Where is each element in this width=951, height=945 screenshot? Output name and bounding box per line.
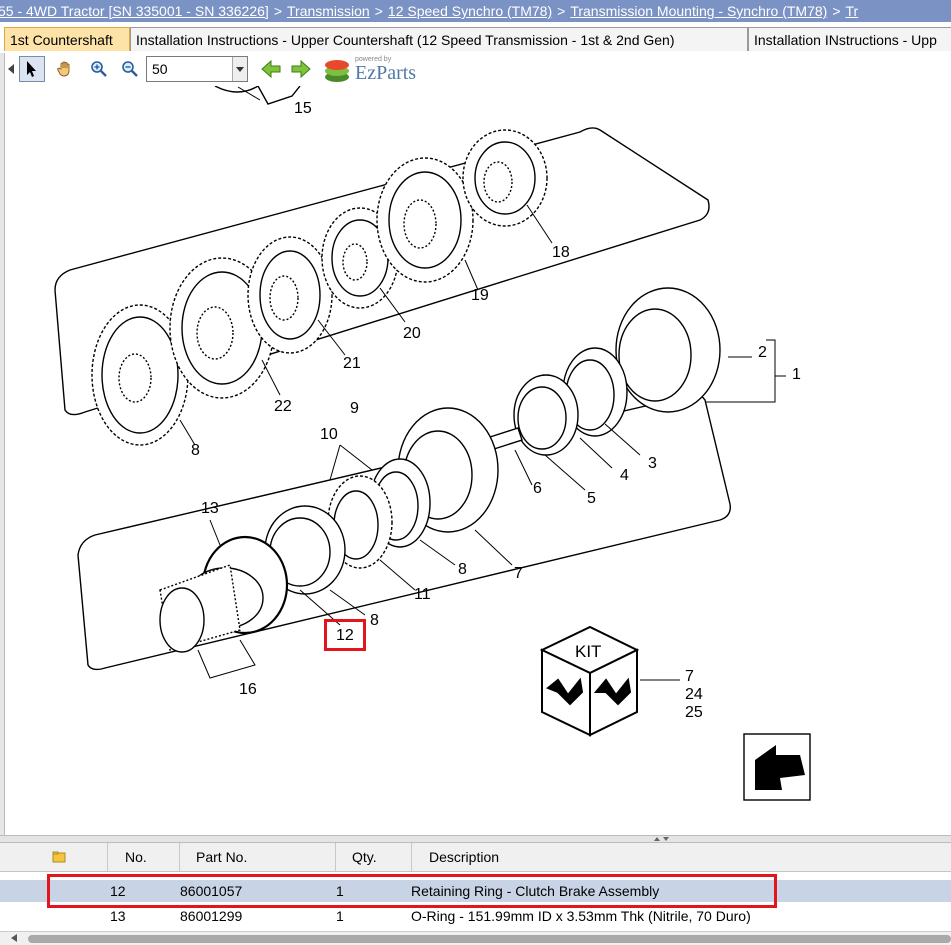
logo-text: EzParts xyxy=(355,62,417,84)
row-qty: 1 xyxy=(336,908,344,924)
zoom-dropdown-button[interactable] xyxy=(232,57,247,81)
callout-22[interactable]: 8 xyxy=(191,442,200,460)
row-no: 13 xyxy=(110,908,126,924)
hand-pan-icon xyxy=(57,61,70,77)
zoom-out-button[interactable] xyxy=(117,56,143,82)
kit-item-24: 24 xyxy=(685,686,703,703)
callout-9[interactable]: 9 xyxy=(350,400,359,418)
breadcrumb-transmission[interactable]: Transmission xyxy=(287,3,370,19)
zoom-out-icon xyxy=(122,61,138,77)
callout-12: 12 xyxy=(336,627,354,644)
callout-8-upper[interactable]: 8 xyxy=(458,561,467,579)
kit-label: KIT xyxy=(575,642,602,661)
row-part-no: 86001299 xyxy=(180,908,243,924)
callout-1[interactable]: 1 xyxy=(792,366,801,384)
horizontal-scrollbar[interactable] xyxy=(0,931,951,945)
kit-item-25: 25 xyxy=(685,704,703,721)
callout-21[interactable]: 22 xyxy=(274,398,292,416)
zoom-in-button[interactable] xyxy=(86,56,112,82)
forward-arrow-icon xyxy=(291,59,311,79)
previous-button[interactable] xyxy=(258,56,284,82)
folder-icon xyxy=(52,851,66,863)
breadcrumb: 55 - 4WD Tractor [SN 335001 - SN 336226]… xyxy=(0,0,951,22)
callout-15[interactable]: 15 xyxy=(294,100,312,118)
chevron-down-icon xyxy=(236,67,244,72)
scrollbar-thumb[interactable] xyxy=(28,935,951,943)
ezparts-logo-icon xyxy=(325,60,349,82)
return-button[interactable] xyxy=(744,734,810,800)
callout-2[interactable]: 2 xyxy=(758,344,767,362)
toolbar-collapse-button[interactable] xyxy=(6,57,16,81)
callout-12-highlight[interactable]: 12 xyxy=(324,619,366,651)
pointer-arrow-icon xyxy=(27,61,36,77)
parts-table-header: No. Part No. Qty. Description xyxy=(0,843,951,872)
column-description[interactable]: Description xyxy=(412,843,951,871)
callout-16[interactable]: 16 xyxy=(239,681,257,699)
next-button[interactable] xyxy=(288,56,314,82)
kit-item-7: 7 xyxy=(685,668,694,685)
callout-6[interactable]: 6 xyxy=(533,480,542,498)
breadcrumb-truncated[interactable]: Tr xyxy=(846,3,859,19)
document-tabs: 1st Countershaft Installation Instructio… xyxy=(0,27,951,53)
callout-20[interactable]: 21 xyxy=(343,355,361,373)
exploded-view-drawing xyxy=(54,86,811,801)
caret-left-icon xyxy=(8,64,14,74)
callout-13[interactable]: 13 xyxy=(201,500,219,518)
select-tool-button[interactable] xyxy=(19,56,45,82)
breadcrumb-transmission-mounting[interactable]: Transmission Mounting - Synchro (TM78) xyxy=(570,3,827,19)
breadcrumb-separator: > xyxy=(832,3,841,19)
pan-tool-button[interactable] xyxy=(52,56,78,82)
column-no[interactable]: No. xyxy=(108,843,180,871)
callout-17a[interactable]: 18 xyxy=(552,244,570,262)
callout-4[interactable]: 4 xyxy=(620,467,629,485)
breadcrumb-model[interactable]: 55 - 4WD Tractor [SN 335001 - SN 336226] xyxy=(0,3,269,19)
callout-19[interactable]: 20 xyxy=(403,325,421,343)
zoom-in-icon xyxy=(91,61,107,77)
selected-row-highlight xyxy=(47,874,777,908)
breadcrumb-separator: > xyxy=(273,3,282,19)
breadcrumb-separator: > xyxy=(374,3,383,19)
breadcrumb-separator: > xyxy=(557,3,566,19)
zoom-value: 50 xyxy=(152,61,168,77)
callout-7[interactable]: 7 xyxy=(514,565,523,583)
callout-11[interactable]: 11 xyxy=(414,586,431,604)
toolbar: 50 powered by EzParts xyxy=(0,53,440,86)
tab-installation-upper-countershaft[interactable]: Installation Instructions - Upper Counte… xyxy=(130,27,748,51)
scroll-left-icon[interactable] xyxy=(8,932,20,944)
breadcrumb-12-speed-synchro[interactable]: 12 Speed Synchro (TM78) xyxy=(388,3,552,19)
ezparts-logo: powered by EzParts xyxy=(322,56,432,84)
column-part-no[interactable]: Part No. xyxy=(180,843,336,871)
callout-18[interactable]: 19 xyxy=(471,287,489,305)
kit-items[interactable]: 7 24 25 xyxy=(685,668,703,722)
callout-10[interactable]: 10 xyxy=(320,426,338,444)
table-row[interactable]: 13 86001299 1 O-Ring - 151.99mm ID x 3.5… xyxy=(0,905,951,927)
pane-splitter[interactable] xyxy=(0,835,951,843)
parts-diagram[interactable]: 15 18 19 20 21 22 8 1 2 3 4 5 6 7 8 9 10… xyxy=(5,86,951,834)
splitter-grip-icon xyxy=(654,837,669,841)
column-qty[interactable]: Qty. xyxy=(336,843,412,871)
back-arrow-icon xyxy=(261,59,281,79)
callout-8-lower[interactable]: 8 xyxy=(370,612,379,630)
zoom-select[interactable]: 50 xyxy=(146,56,248,82)
column-icon-header[interactable] xyxy=(0,843,108,871)
tab-1st-countershaft[interactable]: 1st Countershaft xyxy=(4,27,130,51)
row-description: O-Ring - 151.99mm ID x 3.53mm Thk (Nitri… xyxy=(411,908,751,924)
callout-3[interactable]: 3 xyxy=(648,455,657,473)
tab-installation-instructions-upper[interactable]: Installation INstructions - Upp xyxy=(748,27,951,51)
callout-5[interactable]: 5 xyxy=(587,490,596,508)
